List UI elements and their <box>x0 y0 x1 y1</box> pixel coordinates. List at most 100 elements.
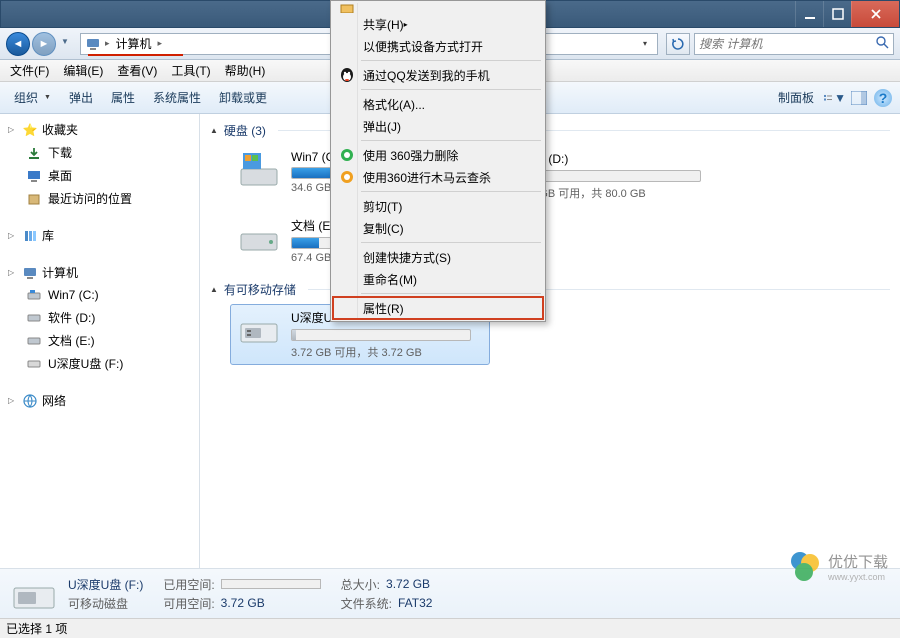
address-highlight <box>88 54 183 56</box>
ctx-format[interactable]: 格式化(A)... <box>333 93 543 115</box>
details-name: U深度U盘 (F:) <box>68 576 143 593</box>
breadcrumb-sep: ▸ <box>105 38 110 49</box>
preview-pane-button[interactable] <box>848 87 870 109</box>
section-hdd[interactable]: ▲硬盘 (3) <box>200 118 900 143</box>
ctx-360-delete[interactable]: 使用 360强力删除 <box>333 144 543 166</box>
ctx-open[interactable] <box>333 3 543 13</box>
ctx-portable[interactable]: 以便携式设备方式打开 <box>333 35 543 57</box>
recent-icon <box>26 191 42 207</box>
sidebar-computer[interactable]: ▷计算机 <box>0 261 199 284</box>
ctx-copy[interactable]: 复制(C) <box>333 217 543 239</box>
size-label: 总大小: <box>341 576 380 593</box>
used-bar <box>221 579 321 589</box>
computer-icon <box>85 36 101 52</box>
properties-button[interactable]: 属性 <box>103 86 143 109</box>
qq-icon <box>338 66 356 84</box>
ctx-cut[interactable]: 剪切(T) <box>333 195 543 217</box>
search-box[interactable] <box>694 33 894 55</box>
forward-button[interactable]: ► <box>32 32 56 56</box>
ctx-eject[interactable]: 弹出(J) <box>333 115 543 137</box>
ctx-rename[interactable]: 重命名(M) <box>333 268 543 290</box>
menu-tools[interactable]: 工具(T) <box>165 60 216 81</box>
refresh-button[interactable] <box>666 33 690 55</box>
sidebar-item-drive-d[interactable]: 软件 (D:) <box>0 306 199 329</box>
minimize-button[interactable] <box>795 1 823 27</box>
maximize-button[interactable] <box>823 1 851 27</box>
free-value: 3.72 GB <box>221 596 265 610</box>
library-icon <box>22 228 38 244</box>
sysprops-button[interactable]: 系统属性 <box>145 86 209 109</box>
ctx-share[interactable]: 共享(H)▸ <box>333 13 543 35</box>
ctx-360-scan[interactable]: 使用360进行木马云查杀 <box>333 166 543 188</box>
watermark-brand: 优优下载 <box>828 551 888 572</box>
360-icon <box>338 146 356 164</box>
uninstall-button[interactable]: 卸载或更 <box>211 86 275 109</box>
address-dropdown[interactable]: ▾ <box>637 39 653 48</box>
sidebar-item-desktop[interactable]: 桌面 <box>0 164 199 187</box>
sidebar-libraries[interactable]: ▷库 <box>0 224 199 247</box>
breadcrumb-sep: ▸ <box>158 38 163 49</box>
drive-capacity-bar <box>521 170 701 182</box>
status-text: 已选择 1 项 <box>6 620 67 637</box>
drive-icon <box>26 333 42 349</box>
drive-d[interactable]: 文件 (D:) 6.6 GB 可用，共 80.0 GB <box>516 145 776 206</box>
sidebar-item-drive-e[interactable]: 文档 (E:) <box>0 329 199 352</box>
watermark-url: www.yyxt.com <box>828 572 888 582</box>
sidebar-favorites[interactable]: ▷⭐收藏夹 <box>0 118 199 141</box>
menu-edit[interactable]: 编辑(E) <box>57 60 109 81</box>
search-input[interactable] <box>699 37 876 51</box>
used-label: 已用空间: <box>163 576 214 593</box>
drive-icon <box>235 217 283 257</box>
menu-view[interactable]: 查看(V) <box>111 60 163 81</box>
menu-help[interactable]: 帮助(H) <box>219 60 272 81</box>
view-mode-button[interactable]: ▼ <box>824 87 846 109</box>
details-pane: U深度U盘 (F:) 可移动磁盘 已用空间: 可用空间: 3.72 GB 总大小:… <box>0 568 900 618</box>
sidebar-network[interactable]: ▷网络 <box>0 389 199 412</box>
back-button[interactable]: ◄ <box>6 32 30 56</box>
drive-icon <box>26 310 42 326</box>
history-dropdown[interactable]: ▼ <box>58 32 72 52</box>
status-bar: 已选择 1 项 <box>0 618 900 638</box>
open-icon <box>338 3 356 13</box>
menu-file[interactable]: 文件(F) <box>4 60 55 81</box>
drive-icon <box>26 287 42 303</box>
usb-drive-icon <box>10 576 58 612</box>
ctx-qq[interactable]: 通过QQ发送到我的手机 <box>333 64 543 86</box>
fs-label: 文件系统: <box>341 595 392 612</box>
star-icon: ⭐ <box>22 122 38 138</box>
usb-icon <box>26 356 42 372</box>
download-icon <box>26 145 42 161</box>
size-value: 3.72 GB <box>386 577 430 591</box>
network-icon <box>22 393 38 409</box>
desktop-icon <box>26 168 42 184</box>
section-removable[interactable]: ▲有可移动存储 <box>200 277 900 302</box>
sidebar-item-recent[interactable]: 最近访问的位置 <box>0 187 199 210</box>
drive-stats: 6.6 GB 可用，共 80.0 GB <box>521 185 771 201</box>
drive-icon <box>235 150 283 190</box>
drive-stats: 3.72 GB 可用，共 3.72 GB <box>291 344 485 360</box>
content-pane: ▲硬盘 (3) Win7 (C 34.6 GB 文件 (D:) 6.6 GB 可… <box>200 114 900 568</box>
close-button[interactable] <box>851 1 899 27</box>
360-icon <box>338 168 356 186</box>
fs-value: FAT32 <box>398 596 432 610</box>
control-panel-button[interactable]: 制面板 <box>770 86 822 109</box>
breadcrumb-root[interactable]: 计算机 <box>114 35 154 52</box>
drive-capacity-bar <box>291 329 471 341</box>
details-type: 可移动磁盘 <box>68 595 143 612</box>
search-icon <box>876 36 889 52</box>
computer-icon <box>22 265 38 281</box>
context-menu: 共享(H)▸ 以便携式设备方式打开 通过QQ发送到我的手机 格式化(A)... … <box>330 0 546 322</box>
navigation-pane: ▷⭐收藏夹 下载 桌面 最近访问的位置 ▷库 ▷计算机 Win7 (C:) 软件… <box>0 114 200 568</box>
watermark: 优优下载 www.yyxt.com <box>788 549 888 583</box>
help-button[interactable]: ? <box>872 87 894 109</box>
ctx-shortcut[interactable]: 创建快捷方式(S) <box>333 246 543 268</box>
ctx-properties[interactable]: 属性(R) <box>333 297 543 319</box>
logo-icon <box>788 549 822 583</box>
organize-button[interactable]: 组织▼ <box>6 86 59 109</box>
free-label: 可用空间: <box>163 595 214 612</box>
eject-button[interactable]: 弹出 <box>61 86 101 109</box>
drive-label: 文件 (D:) <box>521 150 771 167</box>
sidebar-item-downloads[interactable]: 下载 <box>0 141 199 164</box>
sidebar-item-drive-f[interactable]: U深度U盘 (F:) <box>0 352 199 375</box>
sidebar-item-drive-c[interactable]: Win7 (C:) <box>0 284 199 306</box>
